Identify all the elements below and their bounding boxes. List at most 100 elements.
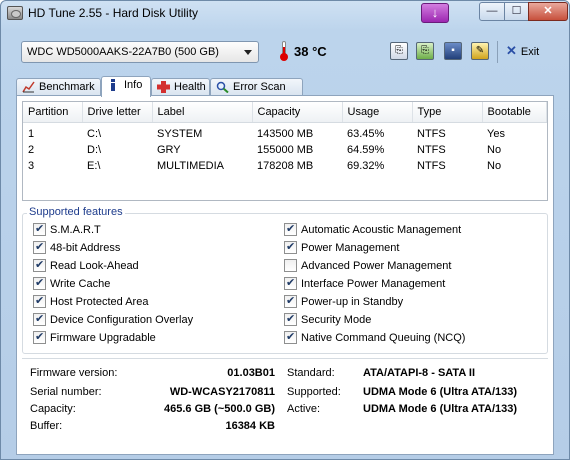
drive-info-grid: Firmware version: 01.03B01 Serial number… bbox=[22, 364, 548, 444]
cell-bootable: No bbox=[487, 160, 502, 172]
minimize-button[interactable]: — bbox=[479, 2, 505, 21]
feature-checkbox-item[interactable]: Advanced Power Management bbox=[284, 259, 465, 277]
active-mode-value: UDMA Mode 6 (Ultra ATA/133) bbox=[363, 403, 518, 415]
tab-error-scan[interactable]: Error Scan bbox=[210, 78, 303, 96]
checkbox[interactable] bbox=[284, 276, 297, 290]
toolbar-separator bbox=[497, 41, 498, 63]
benchmark-icon bbox=[22, 81, 35, 93]
feature-label: Host Protected Area bbox=[50, 296, 149, 308]
copy-icon[interactable]: ⎘ bbox=[390, 42, 408, 60]
cell-capacity: 178208 MB bbox=[257, 160, 314, 172]
checkbox[interactable] bbox=[284, 312, 297, 326]
column-header-capacity[interactable]: Capacity bbox=[252, 102, 343, 123]
firmware-value: 01.03B01 bbox=[227, 367, 275, 379]
column-header-partition[interactable]: Partition bbox=[23, 102, 83, 123]
table-row[interactable]: 3 E:\ MULTIMEDIA 178208 MB 69.32% NTFS N… bbox=[23, 158, 547, 174]
feature-label: Automatic Acoustic Management bbox=[301, 224, 462, 236]
feature-label: S.M.A.R.T bbox=[50, 224, 101, 236]
partition-list[interactable]: Partition Drive letter Label Capacity Us… bbox=[22, 101, 548, 201]
checkbox[interactable] bbox=[284, 240, 297, 254]
magnifier-icon bbox=[216, 81, 229, 93]
feature-label: Power Management bbox=[301, 242, 400, 254]
copy-all-icon[interactable]: ⎘ bbox=[416, 42, 434, 60]
checkbox[interactable] bbox=[284, 330, 297, 344]
cell-partition: 1 bbox=[28, 128, 35, 141]
section-divider bbox=[22, 358, 548, 359]
column-header-usage[interactable]: Usage bbox=[342, 102, 413, 123]
checkbox[interactable] bbox=[33, 312, 46, 326]
cell-usage: 63.45% bbox=[347, 128, 385, 141]
tab-info[interactable]: Info bbox=[101, 76, 151, 97]
screenshot-button[interactable]: ↓ bbox=[421, 3, 449, 23]
cell-label: GRY bbox=[157, 144, 181, 156]
info-icon bbox=[111, 79, 115, 91]
tab-health-label: Health bbox=[174, 81, 206, 93]
tab-benchmark[interactable]: Benchmark bbox=[16, 78, 101, 96]
title-bar[interactable]: HD Tune 2.55 - Hard Disk Utility ↓ — ☐ ✕ bbox=[1, 1, 569, 27]
exit-button[interactable]: ✕ Exit bbox=[506, 43, 539, 61]
checkbox[interactable] bbox=[33, 330, 46, 344]
close-button[interactable]: ✕ bbox=[528, 2, 568, 21]
supported-mode-value: UDMA Mode 6 (Ultra ATA/133) bbox=[363, 386, 518, 398]
tab-health[interactable]: Health bbox=[151, 78, 210, 96]
chevron-down-icon bbox=[244, 50, 252, 55]
capacity-row: Capacity: 465.6 GB (~500.0 GB) bbox=[22, 400, 275, 418]
feature-checkbox-item[interactable]: Security Mode bbox=[284, 312, 465, 331]
feature-checkbox-item[interactable]: S.M.A.R.T bbox=[33, 222, 193, 241]
feature-checkbox-item[interactable]: Interface Power Management bbox=[284, 276, 465, 295]
column-header-type[interactable]: Type bbox=[412, 102, 483, 123]
cell-capacity: 143500 MB bbox=[257, 128, 314, 141]
checkbox[interactable] bbox=[284, 222, 297, 236]
cell-bootable: No bbox=[487, 144, 502, 156]
thermometer-icon bbox=[280, 41, 288, 61]
feature-checkbox-item[interactable]: Power-up in Standby bbox=[284, 294, 465, 313]
checkbox[interactable] bbox=[33, 258, 46, 272]
feature-label: Native Command Queuing (NCQ) bbox=[301, 332, 466, 344]
feature-label: Firmware Upgradable bbox=[50, 332, 156, 344]
column-header-label[interactable]: Label bbox=[152, 102, 253, 123]
serial-value: WD-WCASY2170811 bbox=[169, 386, 275, 398]
info-panel: Partition Drive letter Label Capacity Us… bbox=[16, 95, 554, 455]
features-left-column: S.M.A.R.T 48-bit Address Read Look-Ahead Wr… bbox=[33, 222, 193, 349]
options-icon[interactable]: ✎ bbox=[471, 42, 489, 60]
feature-checkbox-item[interactable]: Read Look-Ahead bbox=[33, 258, 193, 277]
hd-tune-window: HD Tune 2.55 - Hard Disk Utility ↓ — ☐ ✕… bbox=[0, 0, 570, 460]
checkbox[interactable] bbox=[284, 294, 297, 308]
table-row[interactable]: 2 D:\ GRY 155000 MB 64.59% NTFS No bbox=[23, 142, 547, 158]
feature-label: 48-bit Address bbox=[50, 242, 121, 254]
feature-checkbox-item[interactable]: Native Command Queuing (NCQ) bbox=[284, 330, 466, 349]
active-mode-row: Active: UDMA Mode 6 (Ultra ATA/133) bbox=[287, 400, 537, 418]
feature-checkbox-item[interactable]: Automatic Acoustic Management bbox=[284, 222, 465, 241]
feature-checkbox-item[interactable]: Host Protected Area bbox=[33, 294, 193, 313]
drive-select[interactable]: WDC WD5000AAKS-22A7B0 (500 GB) bbox=[21, 41, 259, 63]
feature-label: Interface Power Management bbox=[301, 278, 446, 290]
standard-row: Standard: ATA/ATAPI-8 - SATA II bbox=[287, 364, 537, 382]
checkbox[interactable] bbox=[33, 240, 46, 254]
maximize-button[interactable]: ☐ bbox=[504, 2, 529, 21]
standard-label: Standard: bbox=[287, 367, 335, 379]
save-icon[interactable]: ▪ bbox=[444, 42, 462, 60]
supported-features-group: Supported features S.M.A.R.T 48-bit Addre… bbox=[22, 206, 548, 354]
partition-table: Partition Drive letter Label Capacity Us… bbox=[23, 102, 547, 174]
buffer-value: 16384 KB bbox=[225, 420, 275, 432]
checkbox[interactable] bbox=[33, 276, 46, 290]
table-row[interactable]: 1 C:\ SYSTEM 143500 MB 63.45% NTFS Yes bbox=[23, 122, 547, 142]
column-header-bootable[interactable]: Bootable bbox=[482, 102, 547, 123]
checkbox[interactable] bbox=[33, 294, 46, 308]
cell-type: NTFS bbox=[417, 144, 446, 156]
window-title: HD Tune 2.55 - Hard Disk Utility bbox=[28, 6, 199, 20]
feature-checkbox-item[interactable]: Firmware Upgradable bbox=[33, 330, 193, 349]
checkbox[interactable] bbox=[284, 259, 297, 272]
buffer-row: Buffer: 16384 KB bbox=[22, 417, 275, 435]
feature-checkbox-item[interactable]: Power Management bbox=[284, 240, 465, 259]
cell-type: NTFS bbox=[417, 160, 446, 172]
cell-drive-letter: E:\ bbox=[87, 160, 101, 172]
cell-drive-letter: C:\ bbox=[87, 128, 102, 141]
features-right-column: Automatic Acoustic Management Power Manag… bbox=[284, 222, 466, 349]
column-header-drive-letter[interactable]: Drive letter bbox=[82, 102, 153, 123]
feature-checkbox-item[interactable]: Write Cache bbox=[33, 276, 193, 295]
feature-checkbox-item[interactable]: 48-bit Address bbox=[33, 240, 193, 259]
checkbox[interactable] bbox=[33, 222, 46, 236]
buffer-label: Buffer: bbox=[30, 420, 63, 432]
feature-checkbox-item[interactable]: Device Configuration Overlay bbox=[33, 312, 193, 331]
